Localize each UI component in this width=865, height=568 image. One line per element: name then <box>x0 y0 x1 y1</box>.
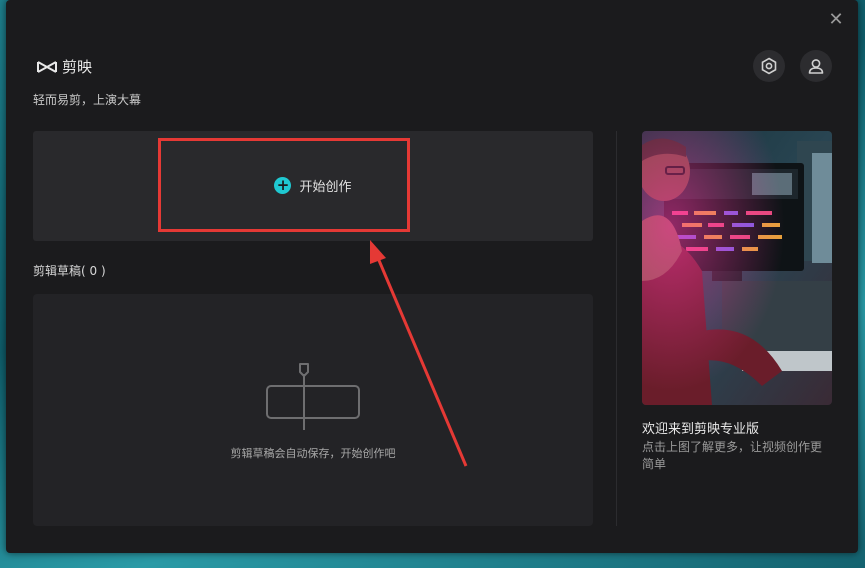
plus-icon: + <box>274 177 292 194</box>
empty-timeline-icon <box>266 363 360 430</box>
tagline: 轻而易剪，上演大幕 <box>33 93 142 107</box>
drafts-title: 剪辑草稿( 0 ) <box>33 264 106 278</box>
capcut-logo-icon <box>37 60 57 73</box>
promo-image[interactable] <box>642 131 832 405</box>
promo-description: 点击上图了解更多，让视频创作更简单 <box>642 440 823 471</box>
drafts-empty-message: 剪辑草稿会自动保存，开始创作吧 <box>230 447 396 460</box>
hexagon-settings-icon <box>761 57 777 75</box>
settings-button[interactable] <box>753 50 785 82</box>
user-button[interactable] <box>800 50 832 82</box>
start-creation-label: 开始创作 <box>299 180 352 195</box>
drafts-panel: 剪辑草稿会自动保存，开始创作吧 <box>33 294 593 526</box>
app-name: 剪映 <box>62 58 93 76</box>
app-window: ✕ 剪映 轻而易剪，上演大幕 + 开始创作 剪辑草稿( 0 ) 剪辑草稿会自动保… <box>6 0 858 553</box>
divider <box>616 131 617 526</box>
start-creation-panel[interactable]: + 开始创作 <box>33 131 593 241</box>
app-logo: 剪映 <box>36 56 92 77</box>
start-creation-button[interactable]: + 开始创作 <box>33 176 593 195</box>
promo-title: 欢迎来到剪映专业版 <box>642 422 760 437</box>
user-icon <box>808 59 824 74</box>
close-button[interactable]: ✕ <box>826 10 846 30</box>
video-editor-photo <box>642 131 832 405</box>
